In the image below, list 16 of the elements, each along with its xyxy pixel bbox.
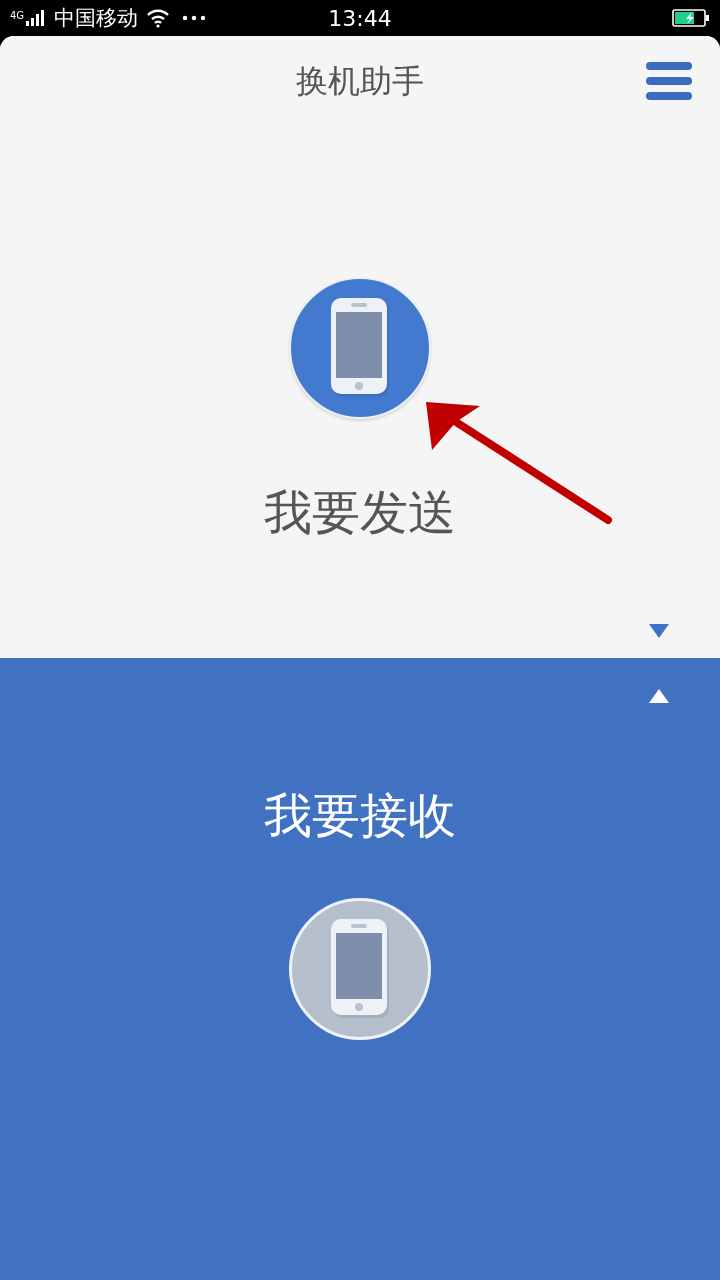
option-label[interactable]: 我要接收: [264, 785, 456, 845]
option-label[interactable]: 我要发送: [264, 482, 456, 542]
menu-icon: [646, 62, 692, 100]
signal-icon: [26, 10, 47, 26]
network-type: 4G: [10, 10, 25, 21]
battery-charging-icon: [672, 9, 710, 27]
menu-button[interactable]: [646, 62, 692, 100]
collapse-arrow-icon: [649, 624, 669, 638]
more-dots-icon: [182, 15, 207, 21]
clock-time: 13:44: [327, 5, 393, 31]
phone-icon: [330, 298, 390, 398]
wifi-icon: [146, 8, 171, 28]
expand-arrow-icon: [649, 689, 669, 703]
phone-icon: [330, 919, 390, 1019]
app-title: 换机助手: [296, 61, 424, 102]
carrier-name: 中国移动: [54, 5, 139, 32]
